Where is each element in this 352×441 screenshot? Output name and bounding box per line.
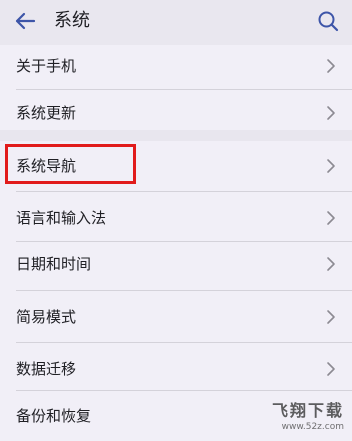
- menu-item-simple-mode[interactable]: 简易模式: [0, 292, 352, 342]
- chevron-right-icon: [327, 257, 335, 271]
- chevron-right-icon: [327, 159, 335, 173]
- divider: [16, 342, 352, 343]
- watermark-logo-text: 飞翔下载: [271, 401, 344, 420]
- settings-group-1: 关于手机 系统更新: [0, 45, 352, 130]
- watermark-url: www.52z.com: [281, 422, 344, 432]
- menu-item-data-migration[interactable]: 数据迁移: [0, 344, 352, 394]
- divider: [16, 191, 352, 192]
- menu-item-label: 日期和时间: [16, 255, 92, 273]
- menu-item-label: 关于手机: [16, 57, 77, 75]
- site-watermark: 飞翔下载 www.52z.com: [262, 401, 344, 435]
- menu-item-date-time[interactable]: 日期和时间: [0, 239, 352, 289]
- menu-item-label: 语言和输入法: [16, 209, 107, 227]
- menu-item-system-update[interactable]: 系统更新: [0, 88, 352, 138]
- back-arrow-icon[interactable]: [12, 9, 38, 33]
- chevron-right-icon: [327, 211, 335, 225]
- page-title: 系统: [54, 10, 90, 31]
- app-header: 系统: [0, 0, 352, 45]
- highlight-annotation-box: [5, 144, 136, 184]
- menu-item-language-input[interactable]: 语言和输入法: [0, 193, 352, 243]
- menu-item-label: 备份和恢复: [16, 407, 92, 425]
- menu-item-label: 系统更新: [16, 104, 77, 122]
- menu-item-label: 数据迁移: [16, 360, 77, 378]
- chevron-right-icon: [327, 59, 335, 73]
- divider: [16, 290, 352, 291]
- menu-item-about-phone[interactable]: 关于手机: [0, 41, 352, 91]
- chevron-right-icon: [327, 362, 335, 376]
- menu-item-label: 简易模式: [16, 308, 77, 326]
- chevron-right-icon: [327, 310, 335, 324]
- settings-group-2: 系统导航 语言和输入法 日期和时间 简易模式 数据迁移 备份和恢复: [0, 141, 352, 441]
- search-icon[interactable]: [316, 9, 340, 33]
- chevron-right-icon: [327, 106, 335, 120]
